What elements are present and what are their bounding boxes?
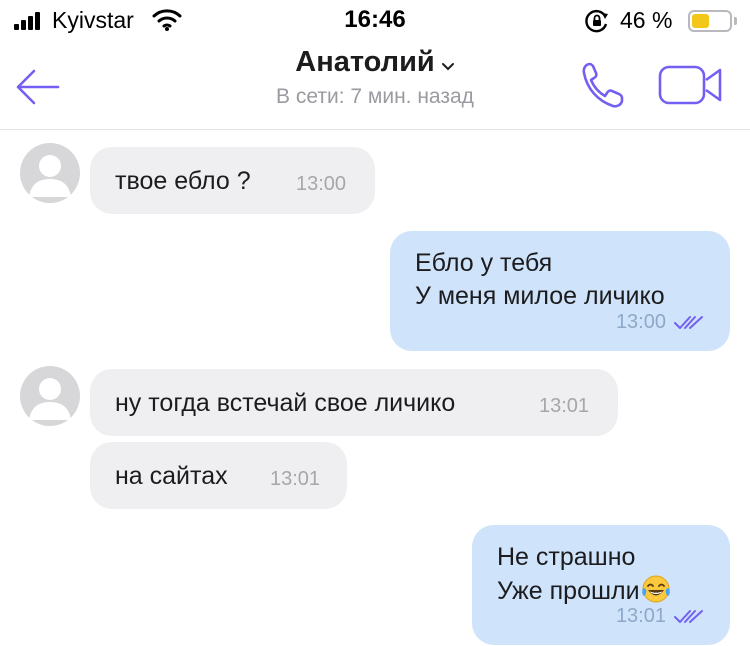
phone-icon[interactable]	[580, 60, 626, 110]
last-seen-status: В сети: 7 мин. назад	[276, 85, 474, 108]
message-time: 13:01	[270, 468, 321, 490]
battery-percent: 46 %	[620, 7, 673, 33]
avatar[interactable]	[20, 366, 80, 426]
message-bubble-outgoing[interactable]: Ебло у тебя У меня милое личико 13:00	[390, 231, 730, 351]
message-text: твое ебло ?	[115, 167, 251, 195]
battery-icon	[688, 10, 732, 32]
message-text: Не страшно Уже прошли	[497, 541, 671, 608]
chat-header: Анатолий В сети: 7 мин. назад	[0, 40, 750, 130]
message-bubble-incoming[interactable]: твое ебло ? 13:00	[90, 147, 375, 214]
message-time: 13:01	[615, 605, 666, 627]
chevron-down-icon[interactable]	[441, 62, 455, 72]
message-bubble-incoming[interactable]: ну тогда встечай свое личико 13:01	[90, 369, 618, 436]
read-checkmarks-icon	[674, 315, 703, 329]
message-text: Ебло у тебя У меня милое личико	[415, 247, 665, 313]
contact-title[interactable]: Анатолий В сети: 7 мин. назад	[200, 46, 550, 109]
message-bubble-outgoing[interactable]: Не страшно Уже прошли 13:01	[472, 525, 730, 645]
message-list[interactable]: твое ебло ? 13:00 Ебло у тебя У меня мил…	[0, 131, 750, 646]
user-silhouette-icon	[29, 155, 71, 197]
status-bar: Kyivstar 16:46 46 %	[0, 0, 750, 40]
user-silhouette-icon	[29, 378, 71, 420]
message-text: ну тогда встечай свое личико	[115, 389, 456, 417]
battery-tip	[734, 17, 737, 25]
message-line: Ебло у тебя	[415, 249, 553, 277]
avatar[interactable]	[20, 143, 80, 203]
message-meta: 13:00	[616, 306, 704, 339]
message-meta: 13:01	[616, 600, 704, 633]
message-time: 13:00	[296, 173, 347, 195]
message-time: 13:00	[615, 311, 666, 333]
orientation-lock-icon	[585, 9, 608, 33]
contact-name[interactable]: Анатолий	[295, 46, 434, 78]
message-time: 13:01	[539, 395, 590, 417]
video-camera-icon[interactable]	[658, 64, 724, 106]
back-arrow-icon[interactable]	[14, 66, 62, 108]
message-line: Не страшно	[497, 543, 636, 571]
read-checkmarks-icon	[674, 609, 703, 623]
message-text: на сайтах	[115, 462, 228, 490]
battery-level	[692, 14, 709, 28]
message-bubble-incoming[interactable]: на сайтах 13:01	[90, 442, 347, 509]
